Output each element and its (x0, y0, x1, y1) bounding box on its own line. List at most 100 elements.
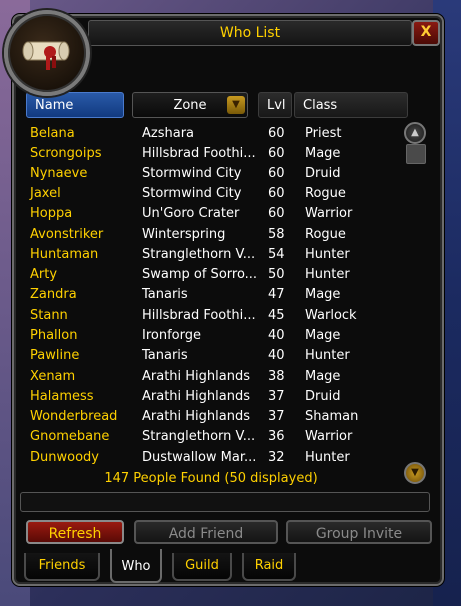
player-level: 37 (268, 389, 285, 404)
player-level: 37 (268, 409, 285, 424)
scrollbar-thumb[interactable] (406, 144, 426, 164)
player-name: Halamess (30, 389, 94, 404)
column-header-lvl[interactable]: Lvl (258, 92, 292, 118)
chevron-down-icon[interactable]: ▼ (227, 96, 245, 114)
player-zone: Winterspring (142, 227, 226, 242)
player-zone: Arathi Highlands (142, 369, 251, 384)
list-item[interactable]: Jaxel Stormwind City 60 Rogue (22, 184, 400, 204)
player-name: Belana (30, 126, 75, 141)
player-name: Xenam (30, 369, 76, 384)
player-level: 40 (268, 328, 285, 343)
player-class: Mage (305, 328, 341, 343)
column-header-zone-dropdown[interactable]: Zone ▼ (132, 92, 248, 118)
player-class: Hunter (305, 267, 350, 282)
group-invite-button[interactable]: Group Invite (286, 520, 432, 544)
player-zone: Tanaris (142, 287, 188, 302)
player-level: 47 (268, 287, 285, 302)
player-name: Dunwoody (30, 450, 99, 465)
refresh-button[interactable]: Refresh (26, 520, 124, 544)
player-name: Arty (30, 267, 58, 282)
player-class: Warrior (305, 429, 353, 444)
scroll-icon (22, 41, 70, 70)
who-list: Belana Azshara 60 Priest Scrongoips Hillsbra… (22, 124, 400, 470)
close-button[interactable]: X (412, 20, 440, 46)
add-friend-button[interactable]: Add Friend (134, 520, 278, 544)
player-name: Gnomebane (30, 429, 110, 444)
player-zone: Stormwind City (142, 186, 242, 201)
player-name: Jaxel (30, 186, 61, 201)
list-item[interactable]: Gnomebane Stranglethorn V... 36 Warrior (22, 427, 400, 447)
who-search-input[interactable] (20, 492, 430, 512)
tab-guild[interactable]: Guild (172, 553, 232, 581)
player-name: Pawline (30, 348, 80, 363)
player-level: 58 (268, 227, 285, 242)
list-item[interactable]: Scrongoips Hillsbrad Foothi... 60 Mage (22, 144, 400, 164)
list-item[interactable]: Belana Azshara 60 Priest (22, 124, 400, 144)
list-item[interactable]: Dunwoody Dustwallow Mar... 32 Hunter (22, 448, 400, 468)
zone-header-label: Zone (173, 98, 207, 113)
player-level: 60 (268, 186, 285, 201)
player-level: 45 (268, 308, 285, 323)
player-name: Phallon (30, 328, 78, 343)
player-zone: Tanaris (142, 348, 188, 363)
list-item[interactable]: Huntaman Stranglethorn V... 54 Hunter (22, 245, 400, 265)
player-zone: Arathi Highlands (142, 389, 251, 404)
list-item[interactable]: Pawline Tanaris 40 Hunter (22, 346, 400, 366)
list-scrollbar[interactable]: ▲ ▼ (404, 122, 428, 484)
player-zone: Stranglethorn V... (142, 247, 256, 262)
player-zone: Azshara (142, 126, 195, 141)
list-item[interactable]: Avonstriker Winterspring 58 Rogue (22, 225, 400, 245)
list-item[interactable]: Zandra Tanaris 47 Mage (22, 285, 400, 305)
player-class: Mage (305, 287, 341, 302)
player-class: Druid (305, 389, 341, 404)
player-level: 50 (268, 267, 285, 282)
player-class: Rogue (305, 186, 346, 201)
player-zone: Dustwallow Mar... (142, 450, 257, 465)
tab-friends[interactable]: Friends (24, 553, 100, 581)
player-level: 38 (268, 369, 285, 384)
list-item[interactable]: Xenam Arathi Highlands 38 Mage (22, 367, 400, 387)
list-item[interactable]: Nynaeve Stormwind City 60 Druid (22, 164, 400, 184)
player-class: Warrior (305, 206, 353, 221)
player-level: 36 (268, 429, 285, 444)
player-level: 60 (268, 146, 285, 161)
window-title: Who List (88, 20, 412, 46)
player-name: Wonderbread (30, 409, 118, 424)
player-class: Mage (305, 369, 341, 384)
list-item[interactable]: Stann Hillsbrad Foothi... 45 Warlock (22, 306, 400, 326)
player-class: Shaman (305, 409, 359, 424)
player-name: Nynaeve (30, 166, 88, 181)
player-level: 60 (268, 166, 285, 181)
tab-raid[interactable]: Raid (242, 553, 296, 581)
player-name: Huntaman (30, 247, 99, 262)
player-zone: Stranglethorn V... (142, 429, 256, 444)
player-level: 60 (268, 126, 285, 141)
list-item[interactable]: Hoppa Un'Goro Crater 60 Warrior (22, 204, 400, 224)
player-zone: Arathi Highlands (142, 409, 251, 424)
player-zone: Swamp of Sorro... (142, 267, 258, 282)
player-class: Mage (305, 146, 341, 161)
player-class: Hunter (305, 247, 350, 262)
player-zone: Hillsbrad Foothi... (142, 308, 256, 323)
player-name: Avonstriker (30, 227, 104, 242)
player-zone: Hillsbrad Foothi... (142, 146, 256, 161)
player-level: 54 (268, 247, 285, 262)
player-class: Druid (305, 166, 341, 181)
bottom-tabs: Friends Who Guild Raid (24, 549, 404, 583)
column-header-class[interactable]: Class (294, 92, 408, 118)
player-level: 32 (268, 450, 285, 465)
player-level: 60 (268, 206, 285, 221)
player-class: Warlock (305, 308, 357, 323)
player-name: Zandra (30, 287, 77, 302)
column-header-name[interactable]: Name (26, 92, 124, 118)
arrow-up-icon[interactable]: ▲ (404, 122, 426, 144)
list-item[interactable]: Arty Swamp of Sorro... 50 Hunter (22, 265, 400, 285)
list-item[interactable]: Phallon Ironforge 40 Mage (22, 326, 400, 346)
list-item[interactable]: Wonderbread Arathi Highlands 37 Shaman (22, 407, 400, 427)
arrow-down-icon[interactable]: ▼ (404, 462, 426, 484)
player-class: Hunter (305, 450, 350, 465)
player-name: Stann (30, 308, 68, 323)
list-item[interactable]: Halamess Arathi Highlands 37 Druid (22, 387, 400, 407)
tab-who[interactable]: Who (110, 549, 162, 583)
player-class: Priest (305, 126, 342, 141)
